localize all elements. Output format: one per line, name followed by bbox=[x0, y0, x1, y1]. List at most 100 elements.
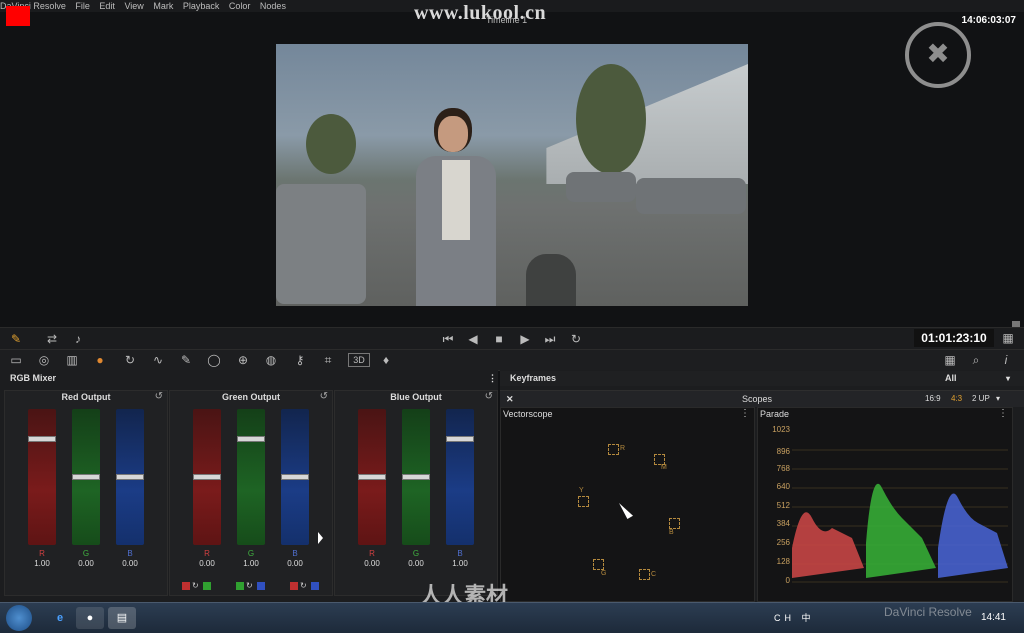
reset-icon[interactable]: ↺ bbox=[485, 391, 493, 402]
qualifier-icon[interactable]: ✎ bbox=[178, 352, 194, 368]
slider-handle[interactable] bbox=[446, 436, 474, 442]
panel-options-icon[interactable]: ⋮ bbox=[488, 371, 497, 386]
loop-icon[interactable]: ↻ bbox=[568, 331, 584, 347]
window-icon[interactable]: ◯ bbox=[206, 352, 222, 368]
zoom-icon[interactable]: ⌕ bbox=[968, 352, 984, 368]
close-icon[interactable]: ✕ bbox=[506, 391, 514, 407]
audio-icon[interactable]: ♪ bbox=[70, 331, 86, 347]
slider-blue[interactable] bbox=[446, 409, 474, 545]
davinci-taskbar-icon[interactable]: ● bbox=[76, 607, 104, 629]
swap-green-swatch[interactable] bbox=[203, 582, 211, 590]
aspect-16-9[interactable]: 16:9 bbox=[925, 391, 941, 407]
slider-handle[interactable] bbox=[402, 474, 430, 480]
slider-blue[interactable] bbox=[281, 409, 309, 545]
aspect-4-3[interactable]: 4:3 bbox=[951, 391, 962, 407]
slider-red[interactable] bbox=[193, 409, 221, 545]
slider-handle[interactable] bbox=[237, 436, 265, 442]
slider-red[interactable] bbox=[358, 409, 386, 545]
language-indicator[interactable]: CH bbox=[774, 613, 795, 623]
menu-edit[interactable]: Edit bbox=[99, 0, 115, 12]
menu-nodes[interactable]: Nodes bbox=[260, 0, 286, 12]
ie-icon[interactable]: e bbox=[46, 607, 74, 629]
keyframes-filter[interactable]: All bbox=[945, 371, 957, 386]
vectorscope: Vectorscope ⋮ R M B C G Y bbox=[500, 407, 755, 602]
swap-blue-swatch[interactable] bbox=[311, 582, 319, 590]
menu-color[interactable]: Color bbox=[229, 0, 251, 12]
options-icon[interactable]: ⋮ bbox=[740, 408, 750, 419]
slider-green[interactable] bbox=[72, 409, 100, 545]
options-icon[interactable]: ⋮ bbox=[998, 408, 1008, 419]
timeline-name: Timeline 1 bbox=[486, 15, 528, 25]
slider-blue[interactable] bbox=[116, 409, 144, 545]
slider-red[interactable] bbox=[28, 409, 56, 545]
channel-label: G bbox=[247, 549, 255, 558]
clock-timecode: 14:06:03:07 bbox=[961, 15, 1016, 26]
info-icon[interactable]: i bbox=[998, 352, 1014, 368]
target-label: Y bbox=[579, 487, 584, 494]
rgb-mixer-icon[interactable]: ● bbox=[92, 352, 108, 368]
curves-icon[interactable]: ∿ bbox=[150, 352, 166, 368]
channel-value: 1.00 bbox=[243, 559, 259, 568]
target-g bbox=[593, 559, 604, 570]
menu-mark[interactable]: Mark bbox=[153, 0, 173, 12]
motion-icon[interactable]: ↻ bbox=[122, 352, 138, 368]
swap-red-swatch[interactable] bbox=[182, 582, 190, 590]
bars-icon[interactable]: ▥ bbox=[64, 352, 80, 368]
droplet-icon[interactable]: ♦ bbox=[378, 352, 394, 368]
swap-icon[interactable]: ↻ bbox=[300, 582, 308, 590]
windows-start-icon[interactable] bbox=[6, 605, 32, 631]
stop-icon[interactable]: ■ bbox=[491, 331, 507, 347]
sizing-icon[interactable]: ⌗ bbox=[320, 352, 336, 368]
swap-red-swatch[interactable] bbox=[290, 582, 298, 590]
slider-handle[interactable] bbox=[116, 474, 144, 480]
reset-icon[interactable]: ↺ bbox=[155, 391, 163, 402]
chevron-down-icon[interactable]: ▾ bbox=[1006, 371, 1010, 386]
swap-blue-swatch[interactable] bbox=[257, 582, 265, 590]
slider-handle[interactable] bbox=[281, 474, 309, 480]
reset-icon[interactable]: ↺ bbox=[320, 391, 328, 402]
primaries-icon[interactable]: ◎ bbox=[36, 352, 52, 368]
channel-value: 0.00 bbox=[408, 559, 424, 568]
scale-label: 640 bbox=[776, 482, 790, 491]
watermark-smiley-icon: ✖ bbox=[905, 22, 971, 88]
menu-view[interactable]: View bbox=[124, 0, 143, 12]
last-frame-icon[interactable]: ⏭ bbox=[542, 331, 558, 347]
channel-label: B bbox=[127, 549, 133, 558]
play-icon[interactable]: ▶ bbox=[517, 331, 533, 347]
explorer-icon[interactable]: ▤ bbox=[108, 607, 136, 629]
first-frame-icon[interactable]: ⏮ bbox=[440, 331, 456, 347]
swap-icon[interactable]: ↻ bbox=[246, 582, 254, 590]
stereo-3d-icon[interactable]: 3D bbox=[348, 353, 370, 367]
vectorscope-trace bbox=[619, 503, 633, 519]
target-y bbox=[578, 496, 589, 507]
channel-value: 0.00 bbox=[199, 559, 215, 568]
ime-indicator[interactable]: 中 bbox=[802, 613, 815, 623]
camera-raw-icon[interactable]: ▭ bbox=[8, 352, 24, 368]
tracker-icon[interactable]: ⊕ bbox=[235, 352, 251, 368]
swap-icon[interactable]: ↻ bbox=[192, 582, 200, 590]
slider-handle[interactable] bbox=[358, 474, 386, 480]
blur-icon[interactable]: ◍ bbox=[263, 352, 279, 368]
taskbar-clock[interactable]: 14:41 bbox=[981, 612, 1006, 623]
channel-value: 0.00 bbox=[364, 559, 380, 568]
eyedropper-icon[interactable]: ✎ bbox=[8, 331, 24, 347]
grid-view-icon[interactable]: ▦ bbox=[1000, 330, 1016, 346]
video-frame bbox=[276, 44, 748, 306]
slider-handle[interactable] bbox=[193, 474, 221, 480]
reverse-play-icon[interactable]: ◀ bbox=[465, 331, 481, 347]
key-icon[interactable]: ⚷ bbox=[292, 352, 308, 368]
slider-green[interactable] bbox=[402, 409, 430, 545]
menu-file[interactable]: File bbox=[75, 0, 90, 12]
layout-select[interactable]: 2 UP bbox=[972, 391, 990, 407]
grid-icon[interactable]: ▦ bbox=[942, 352, 958, 368]
slider-handle[interactable] bbox=[28, 436, 56, 442]
parade-title: Parade bbox=[760, 409, 790, 419]
recording-indicator bbox=[6, 6, 30, 28]
frame-shadow bbox=[526, 254, 576, 306]
slider-handle[interactable] bbox=[72, 474, 100, 480]
shuffle-icon[interactable]: ⇄ bbox=[44, 331, 60, 347]
menu-playback[interactable]: Playback bbox=[183, 0, 220, 12]
chevron-down-icon[interactable]: ▾ bbox=[996, 391, 1000, 407]
slider-green[interactable] bbox=[237, 409, 265, 545]
swap-green-swatch[interactable] bbox=[236, 582, 244, 590]
